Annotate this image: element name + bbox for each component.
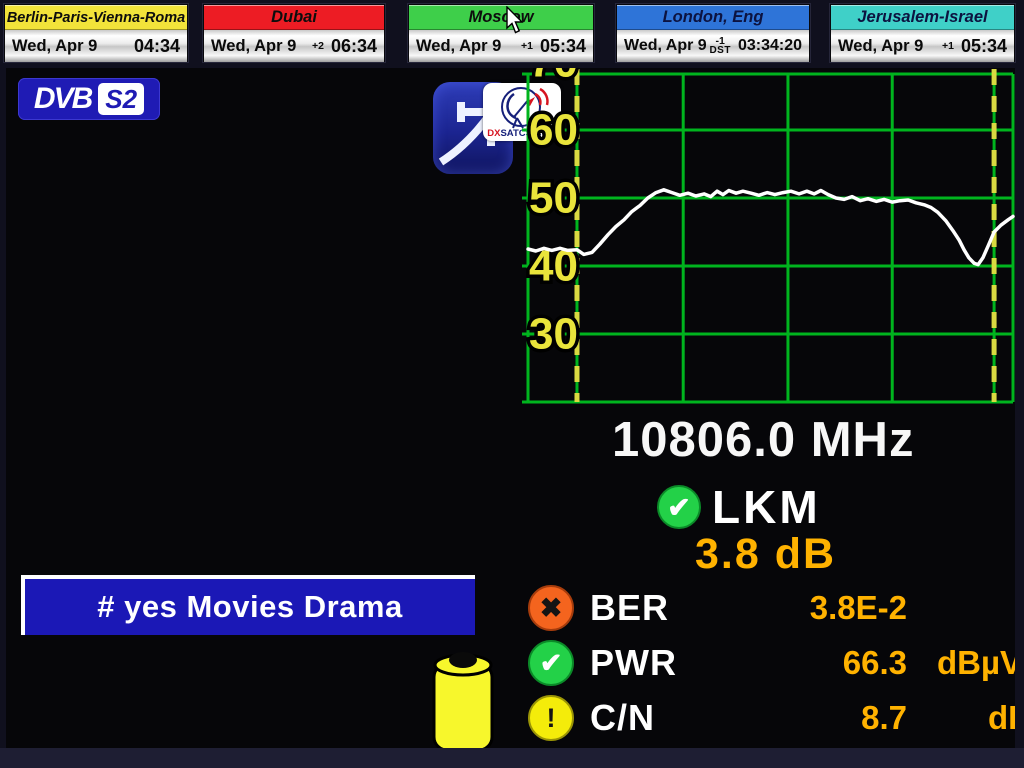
clock-city-text: Berlin-Paris-Vienna-Roma <box>7 10 185 26</box>
channel-banner: # yes Movies Drama <box>21 575 475 635</box>
lock-ok-icon: ✔ <box>657 485 701 529</box>
cn-value: 8.7 <box>706 695 907 741</box>
mouse-cursor <box>506 6 528 36</box>
taskbar-strip <box>0 748 1024 768</box>
channel-name: # yes Movies Drama <box>97 589 402 625</box>
clock-utc-offset: +1 <box>521 41 533 52</box>
clock-jerusalem[interactable]: Jerusalem-Israel Wed, Apr 9 +1 05:34 <box>830 4 1015 62</box>
ber-value: 3.8E-2 <box>706 585 907 631</box>
clock-city-label: Jerusalem-Israel <box>831 5 1014 30</box>
clock-time: 06:34 <box>331 36 377 57</box>
link-margin-value: 3.8 dB <box>695 530 836 579</box>
svg-text:50: 50 <box>529 174 578 223</box>
clock-time: 03:34:20 <box>738 37 802 55</box>
cn-warn-icon: ! <box>528 695 574 741</box>
ber-label: BER <box>590 585 669 631</box>
svg-text:30: 30 <box>529 310 578 359</box>
lock-label: LKM <box>712 480 821 534</box>
cn-label: C/N <box>590 695 655 741</box>
svg-text:70: 70 <box>529 68 578 87</box>
clock-utc-offset: +1 <box>942 41 954 52</box>
clock-time: 04:34 <box>134 36 180 57</box>
ber-fail-icon: ✖ <box>528 585 574 631</box>
pwr-unit: dBµV <box>937 640 1015 686</box>
clock-city-text: Dubai <box>271 8 317 27</box>
clock-date: Wed, Apr 9 <box>838 37 923 56</box>
clock-dubai[interactable]: Dubai Wed, Apr 9 +2 06:34 <box>203 4 385 62</box>
frequency-readout: 10806.0 MHz <box>612 412 1015 468</box>
clock-moscow[interactable]: Moscow Wed, Apr 9 +1 05:34 <box>408 4 594 62</box>
svg-text:60: 60 <box>529 106 578 155</box>
clock-utc-offset: -1DST <box>709 36 731 57</box>
receiver-screen: DVB S2 DXSATCS.COM 706050 <box>6 68 1015 748</box>
clock-city-label: Dubai <box>204 5 384 30</box>
clock-city-label: Berlin-Paris-Vienna-Roma <box>5 5 187 30</box>
clock-city-label: London, Eng <box>617 5 809 30</box>
clock-date: Wed, Apr 9 <box>624 37 707 55</box>
clock-date: Wed, Apr 9 <box>416 37 501 56</box>
pwr-ok-icon: ✔ <box>528 640 574 686</box>
clock-date: Wed, Apr 9 <box>211 37 296 56</box>
clock-time: 05:34 <box>540 36 586 57</box>
clock-city-text: Jerusalem-Israel <box>857 8 987 27</box>
clock-city-label: Moscow <box>409 5 593 30</box>
clock-utc-offset: +2 <box>312 41 324 52</box>
clock-body: Wed, Apr 9 +2 06:34 <box>204 30 384 62</box>
clock-body: Wed, Apr 9 +1 05:34 <box>409 30 593 62</box>
satellite-meter-desktop: Berlin-Paris-Vienna-Roma Wed, Apr 9 04:3… <box>0 0 1024 768</box>
clock-time: 05:34 <box>961 36 1007 57</box>
pwr-value: 66.3 <box>706 640 907 686</box>
clock-berlin-paris-vienna-roma[interactable]: Berlin-Paris-Vienna-Roma Wed, Apr 9 04:3… <box>4 4 188 62</box>
cn-unit: dB <box>988 695 1015 741</box>
lock-status-row: ✔ LKM <box>657 480 821 534</box>
clock-city-text: London, Eng <box>663 8 764 27</box>
clock-body: Wed, Apr 9 04:34 <box>5 30 187 62</box>
clock-date: Wed, Apr 9 <box>12 37 97 56</box>
pwr-label: PWR <box>590 640 677 686</box>
clock-body: Wed, Apr 9 +1 05:34 <box>831 30 1014 62</box>
lnb-cylinder-icon <box>430 648 496 748</box>
clock-london[interactable]: London, Eng Wed, Apr 9 -1DST 03:34:20 <box>616 4 810 62</box>
clock-body: Wed, Apr 9 -1DST 03:34:20 <box>617 30 809 62</box>
